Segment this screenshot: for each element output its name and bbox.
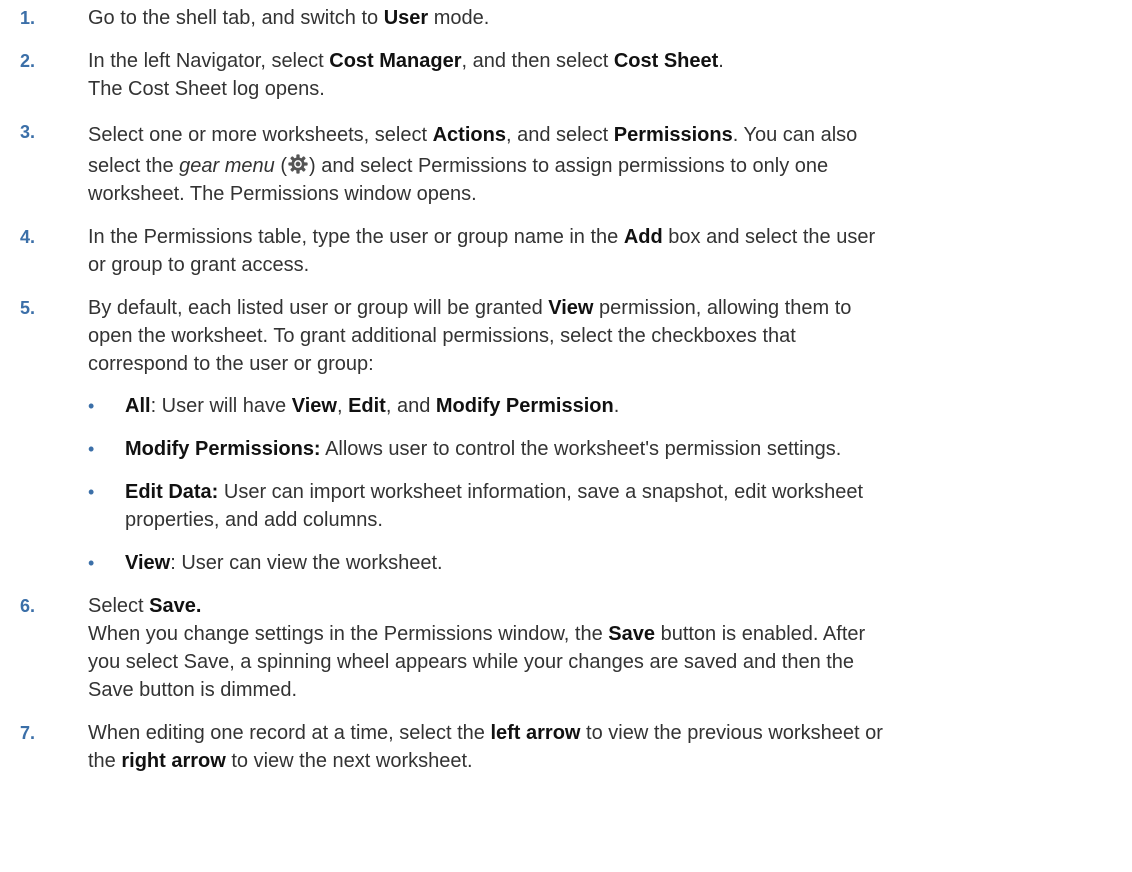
step-text: By default, each listed user or group wi… — [88, 294, 1112, 577]
document-body: 1. Go to the shell tab, and switch to Us… — [0, 0, 1132, 775]
gear-menu-term: gear menu — [179, 155, 275, 177]
gear-icon — [287, 153, 309, 175]
permission-list: All: User will have View, Edit, and Modi… — [88, 392, 1112, 577]
step-text: Select one or more worksheets, select Ac… — [88, 124, 858, 205]
list-item: View: User can view the worksheet. — [88, 549, 1112, 577]
step-7: 7. When editing one record at a time, se… — [20, 719, 1112, 775]
step-number: 1. — [20, 8, 36, 28]
step-4: 4. In the Permissions table, type the us… — [20, 223, 1112, 279]
step-3: 3. Select one or more worksheets, select… — [20, 118, 1112, 208]
step-text: Go to the shell tab, and switch to User … — [88, 7, 490, 29]
list-item: Edit Data: User can import worksheet inf… — [88, 478, 1112, 534]
list-item: Modify Permissions: Allows user to contr… — [88, 435, 1112, 463]
step-result: The Cost Sheet log opens. — [88, 78, 325, 100]
step-number: 7. — [20, 723, 36, 743]
step-number: 4. — [20, 227, 36, 247]
step-6: 6. Select Save. When you change settings… — [20, 592, 1112, 704]
step-1: 1. Go to the shell tab, and switch to Us… — [20, 4, 1112, 32]
step-text: In the Permissions table, type the user … — [88, 226, 876, 276]
step-text: When editing one record at a time, selec… — [88, 722, 883, 772]
step-text: In the left Navigator, select Cost Manag… — [88, 47, 1112, 103]
step-2: 2. In the left Navigator, select Cost Ma… — [20, 47, 1112, 103]
step-number: 2. — [20, 51, 36, 71]
step-number: 5. — [20, 298, 36, 318]
step-5: 5. By default, each listed user or group… — [20, 294, 1112, 577]
list-item: All: User will have View, Edit, and Modi… — [88, 392, 1112, 420]
step-text: Select Save. When you change settings in… — [88, 595, 866, 701]
step-number: 3. — [20, 122, 36, 142]
step-number: 6. — [20, 596, 36, 616]
